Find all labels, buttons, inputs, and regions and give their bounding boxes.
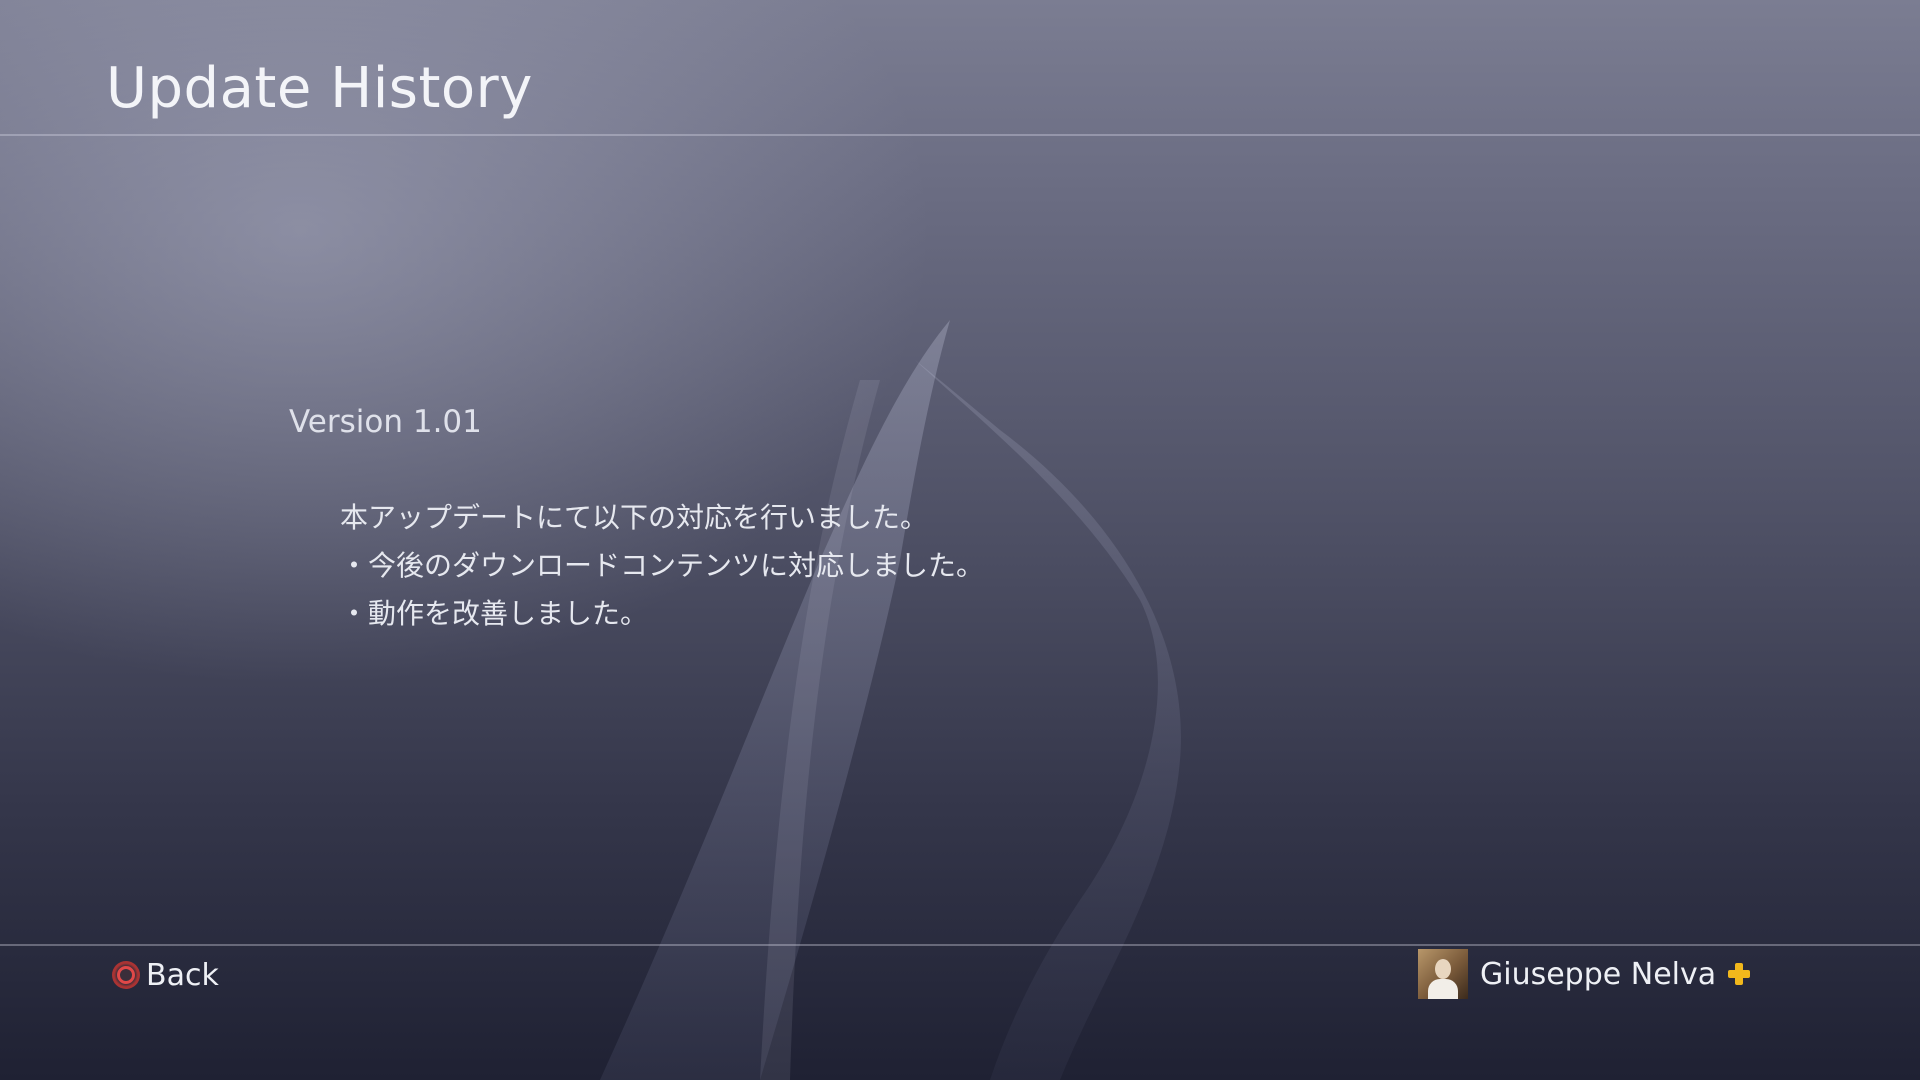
- back-button[interactable]: Back: [112, 955, 219, 995]
- footer-divider: [0, 944, 1920, 946]
- release-note-line: ・今後のダウンロードコンテンツに対応しました。: [340, 549, 985, 582]
- circle-button-icon: [112, 961, 140, 989]
- user-name: Giuseppe Nelva: [1480, 956, 1717, 992]
- header-divider: [0, 134, 1920, 136]
- release-note-line: 本アップデートにて以下の対応を行いました。: [340, 501, 929, 534]
- playstation-plus-icon: [1726, 961, 1752, 987]
- version-title: Version 1.01: [289, 404, 482, 440]
- avatar: [1418, 949, 1468, 999]
- page-title: Update History: [106, 56, 533, 121]
- user-profile: Giuseppe Nelva: [1418, 948, 1752, 1000]
- back-label: Back: [146, 957, 219, 993]
- release-note-line: ・動作を改善しました。: [340, 597, 649, 630]
- release-notes: 本アップデートにて以下の対応を行いました。 ・今後のダウンロードコンテンツに対応…: [340, 494, 984, 638]
